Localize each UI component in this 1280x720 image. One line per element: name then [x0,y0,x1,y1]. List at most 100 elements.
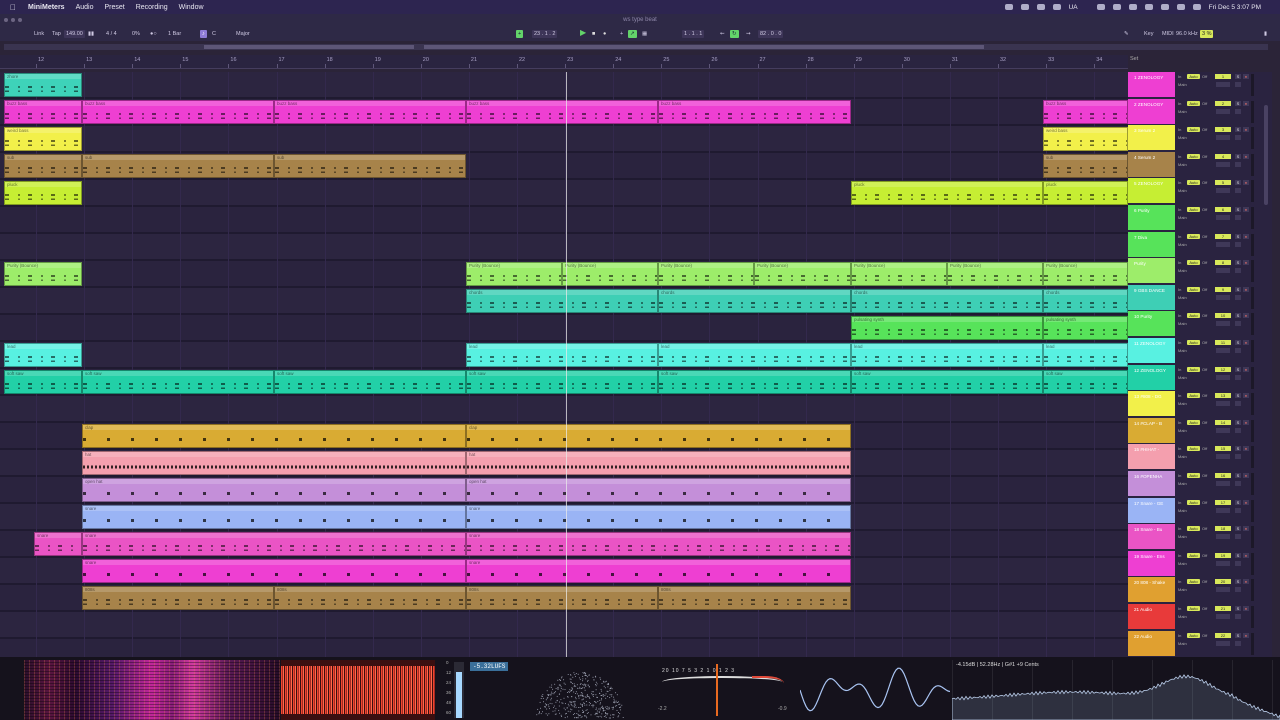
pan-knob[interactable] [1235,241,1241,247]
pan-knob[interactable] [1235,507,1241,513]
track-name[interactable]: 17 Snare - GE [1128,497,1175,523]
arrangement-clip[interactable]: snare [466,532,851,556]
track-activator-button[interactable]: 7 [1215,233,1231,239]
arrangement-clip[interactable]: open hat [82,478,466,502]
arrangement-clip[interactable]: lead [4,343,82,367]
pan-knob[interactable] [1235,640,1241,646]
track-name[interactable]: 7 Diva [1128,231,1175,257]
arrangement-clip[interactable]: buzz bass [274,100,466,124]
ua-status[interactable]: UA [1069,4,1078,11]
track-name[interactable]: 11 ZENOLOGY [1128,338,1175,363]
volume-field[interactable] [1216,241,1230,247]
track-name[interactable]: 22 Audio [1128,630,1175,656]
track-header[interactable]: 19 Snare - Ens In Auto Off 19 S ● Main [1128,550,1272,578]
input-type-menu[interactable]: In [1178,420,1181,425]
arrangement-clip[interactable]: buzz bass [658,100,851,124]
track-activator-button[interactable]: 1 [1215,74,1231,79]
key-root-menu[interactable]: C [210,30,218,38]
solo-button[interactable]: S [1235,499,1241,505]
track-header[interactable]: 11 ZENOLOGY In Auto Off 11 S ● Main [1128,338,1272,365]
monitor-off-button[interactable]: Off [1202,473,1207,478]
arrangement-clip[interactable]: weird bass [4,127,82,151]
arrangement-clip[interactable]: Purity (Bounce) [562,262,658,286]
track-header[interactable]: 14 #CLAP - B In Auto Off 14 S ● Main [1128,417,1272,445]
moon-icon[interactable] [1052,4,1061,10]
arrangement-clip[interactable]: clap [82,424,466,448]
pan-knob[interactable] [1235,108,1241,114]
track-name[interactable]: 10 Purity [1128,311,1175,337]
vu-meter[interactable]: 20 10 7 5 3 2 1 0 1 2 3 -2.2 -0.9 [658,662,792,718]
output-routing-menu[interactable]: Main [1178,587,1187,592]
volume-field[interactable] [1216,401,1230,407]
pan-knob[interactable] [1235,321,1241,327]
monitor-off-button[interactable]: Off [1202,446,1207,451]
output-routing-menu[interactable]: Main [1178,348,1187,353]
arm-button[interactable]: ● [1243,180,1249,186]
pan-knob[interactable] [1235,161,1241,167]
volume-field[interactable] [1216,161,1230,167]
follow-icon[interactable]: ●○ [148,30,159,38]
track-name[interactable]: Purity [1128,258,1175,284]
battery-icon[interactable] [1160,4,1169,10]
arrangement-lane[interactable] [0,126,1128,153]
output-routing-menu[interactable]: Main [1178,295,1187,300]
track-header[interactable]: 12 ZENOLOGY In Auto Off 12 S ● Main [1128,364,1272,392]
arrangement-clip[interactable]: buzz bass [82,100,274,124]
track-header[interactable]: Purity In Auto Off 8 S ● Main [1128,258,1272,286]
track-name[interactable]: 12 ZENOLOGY [1128,364,1175,390]
scale-menu[interactable]: Major [234,30,252,38]
solo-button[interactable]: S [1235,233,1241,239]
monitor-auto-button[interactable]: Auto [1187,74,1200,79]
track-header[interactable]: 4 Serum 2 In Auto Off 4 S ● Main [1128,151,1272,179]
search-icon[interactable] [1176,4,1185,10]
menu-item-audio[interactable]: Audio [76,4,94,11]
input-type-menu[interactable]: In [1178,473,1181,478]
track-name[interactable]: 16 #OPENHA [1128,471,1175,496]
solo-button[interactable]: S [1235,100,1241,106]
output-routing-menu[interactable]: Main [1178,109,1187,114]
arrangement-clip[interactable]: soft saw [274,370,466,394]
volume-field[interactable] [1216,454,1230,460]
arrangement-clip[interactable]: pulsating synth [851,316,1043,340]
solo-button[interactable]: S [1235,260,1241,266]
set-label[interactable]: Set [1130,56,1270,66]
monitor-off-button[interactable]: Off [1202,74,1207,79]
arrangement-clip[interactable]: buzz bass [4,100,82,124]
arrangement-lane[interactable] [0,612,1128,639]
track-name[interactable]: 6 Purity [1128,205,1175,230]
arrangement-clip[interactable]: lead [466,343,658,367]
arrangement-lane[interactable] [0,207,1128,234]
waveform-meter[interactable] [281,660,435,720]
pan-knob[interactable] [1235,215,1241,220]
track-header[interactable]: 15 #HIHAT - In Auto Off 15 S ● Main [1128,444,1272,472]
arm-button[interactable]: ● [1243,313,1249,319]
solo-button[interactable]: S [1235,526,1241,532]
output-routing-menu[interactable]: Main [1178,82,1187,87]
arrangement-clip[interactable]: snare [34,532,82,556]
solo-button[interactable]: S [1235,180,1241,186]
pan-knob[interactable] [1235,454,1241,460]
minimize-window-button[interactable] [11,18,15,22]
arrangement-lane[interactable] [0,72,1128,99]
track-activator-button[interactable]: 22 [1215,632,1231,638]
monitor-auto-button[interactable]: Auto [1187,632,1200,638]
arrangement-clip[interactable]: chords [1043,289,1128,313]
arrangement-clip[interactable]: buzz bass [1043,100,1128,124]
output-routing-menu[interactable]: Main [1178,561,1187,566]
capture-midi-icon[interactable]: ▦ [640,30,649,38]
monitor-off-button[interactable]: Off [1202,340,1207,345]
arrangement-clip[interactable]: snare [82,505,466,529]
input-type-menu[interactable]: In [1178,633,1181,638]
output-routing-menu[interactable]: Main [1178,534,1187,539]
tempo-field[interactable]: 149.00 [64,30,85,38]
monitor-auto-button[interactable]: Auto [1187,153,1200,159]
arrangement-clip[interactable]: chords [851,289,1043,313]
arrangement-clip[interactable]: pulsating synth [1043,316,1128,340]
arrangement-clip[interactable]: soft saw [466,370,658,394]
track-activator-button[interactable]: 2 [1215,100,1231,106]
volume-field[interactable] [1216,108,1230,114]
solo-button[interactable]: S [1235,473,1241,478]
monitor-off-button[interactable]: Off [1202,633,1207,638]
arrangement-clip[interactable]: weird bass [1043,127,1128,151]
solo-button[interactable]: S [1235,340,1241,345]
